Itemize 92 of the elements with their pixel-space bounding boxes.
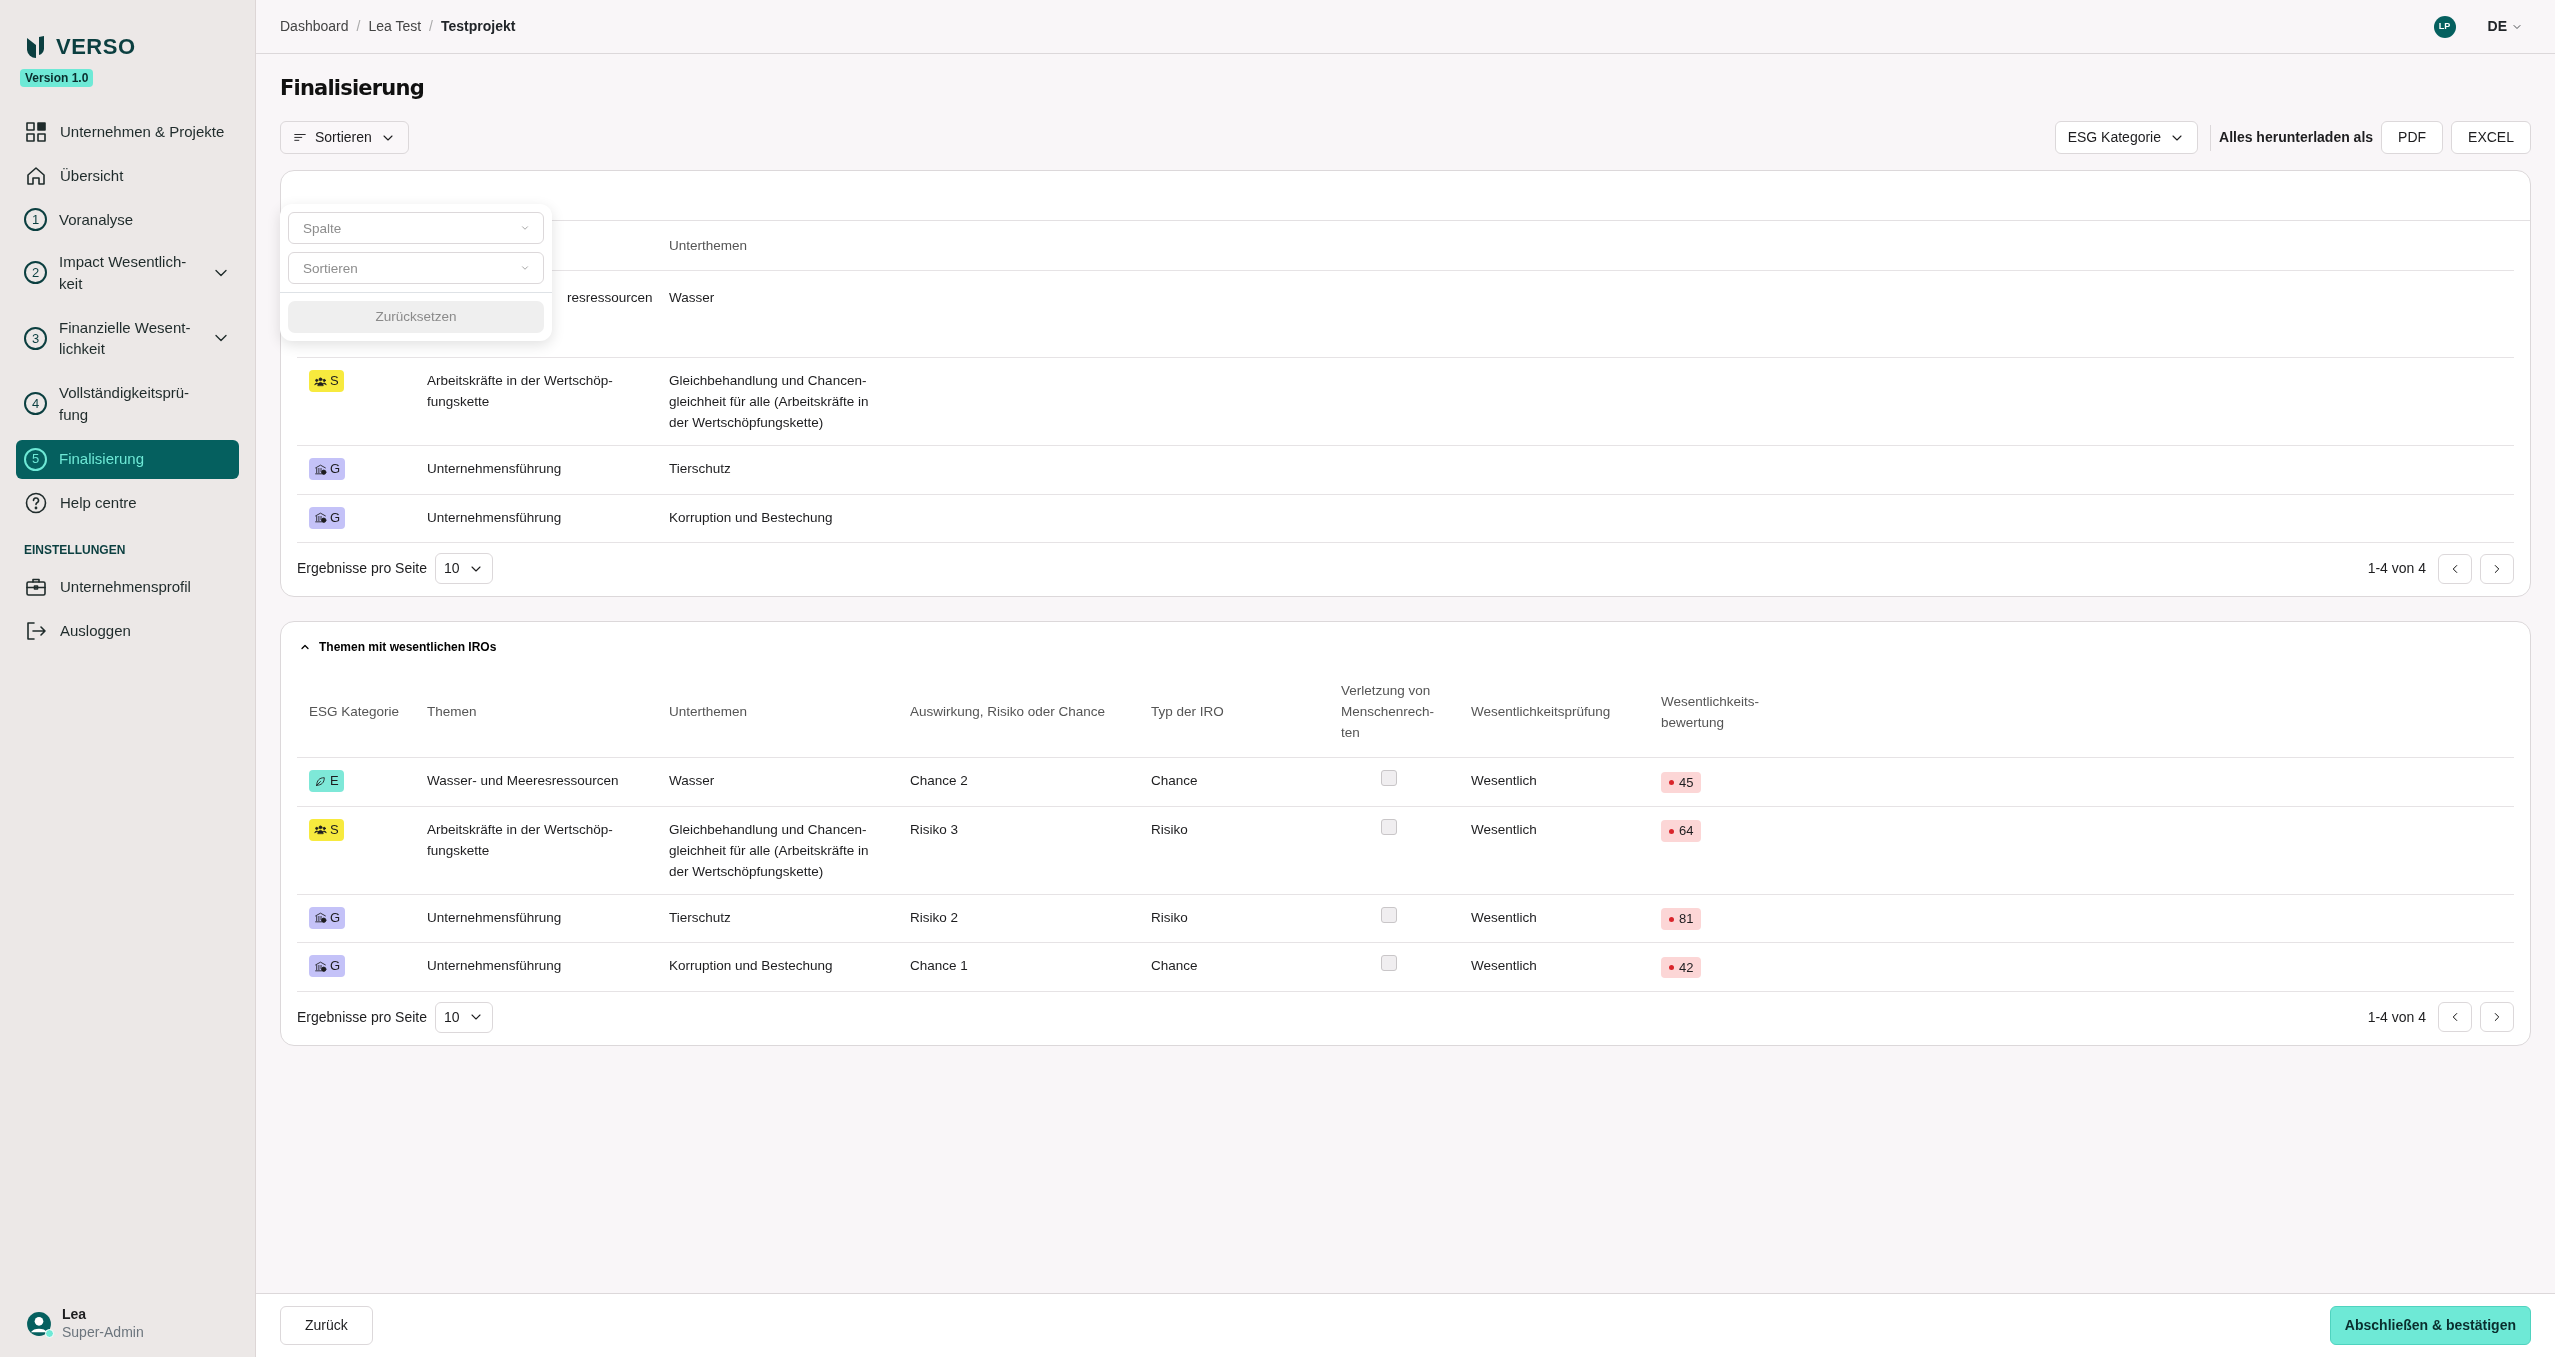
step-number: 1: [24, 208, 47, 231]
column-header: Unterthemen: [669, 238, 748, 254]
download-button[interactable]: EXCEL: [2451, 121, 2531, 155]
step-number: 5: [24, 447, 47, 471]
table-cell: Unternehmensführung: [427, 958, 562, 974]
score-badge: 64: [1661, 820, 1702, 842]
select-field[interactable]: Sortieren: [288, 252, 544, 284]
table-cell: Risiko 3: [910, 821, 958, 837]
table-cell: Wasser: [669, 290, 715, 306]
sidebar-item[interactable]: 3 Finanzielle Wesent- lichkeit: [16, 308, 239, 368]
page-range: 1-4 von 4: [2367, 559, 2426, 579]
category-badge: G: [309, 955, 346, 978]
breadcrumb-link[interactable]: Lea Test: [368, 16, 422, 37]
table-cell: Wesentlich: [1471, 909, 1537, 925]
score-badge: 81: [1661, 908, 1702, 930]
table-cell: Korruption und Bestechung: [669, 958, 833, 974]
category-badge: E: [309, 770, 344, 793]
table-cell: Wesentlich: [1471, 821, 1537, 837]
step-number: 4: [24, 392, 47, 416]
score-badge: 42: [1661, 956, 1702, 979]
sidebar-item[interactable]: Help centre: [16, 482, 239, 523]
per-page-select[interactable]: 10: [434, 1001, 493, 1033]
score-badge: 45: [1661, 771, 1702, 794]
table-cell: resressourcen: [567, 290, 653, 306]
language-select[interactable]: DE: [2479, 12, 2531, 41]
sidebar-item[interactable]: Unternehmensprofil: [16, 566, 239, 607]
step-number: 2: [24, 261, 47, 285]
table-cell: Chance 2: [910, 773, 968, 789]
user-name: Lea: [62, 1306, 88, 1324]
column-header: Auswirkung, Risiko oder Chance: [910, 704, 1106, 720]
user-avatar[interactable]: LP: [2433, 15, 2456, 38]
column-header: Wesentlichkeitsprüfung: [1471, 704, 1611, 720]
column-header: ESG Kategorie: [309, 704, 400, 720]
step-number: 3: [24, 326, 47, 350]
table-cell: Tierschutz: [669, 461, 731, 477]
table-cell: Gleichbehandlung und Chancen- gleichheit für alle (Arbeitskräfte in der Wertschöpfungskette): [669, 821, 869, 879]
table-cell: Risiko 2: [910, 909, 958, 925]
confirm-button[interactable]: Abschließen & bestätigen: [2329, 1306, 2531, 1345]
section-toggle[interactable]: Themen mit wesentlichen IROs: [281, 622, 2530, 673]
column-header: Verletzung von Menschenrech- ten: [1341, 683, 1435, 741]
sidebar-item[interactable]: Übersicht: [16, 156, 239, 196]
breadcrumb-separator: /: [356, 17, 361, 36]
sidebar-item[interactable]: Unternehmen & Projekte: [16, 112, 239, 152]
table-cell: Unternehmensführung: [427, 509, 562, 525]
breadcrumb-link[interactable]: Dashboard: [280, 16, 349, 37]
brand-name: VERSO: [56, 33, 136, 61]
sort-button[interactable]: Sortieren: [280, 121, 409, 155]
table-cell: Wesentlich: [1471, 773, 1537, 789]
category-filter[interactable]: ESG Kategorie: [2054, 121, 2198, 155]
table-cell: Korruption und Bestechung: [669, 509, 833, 525]
table-cell: Chance: [1151, 958, 1198, 974]
table-cell: Wasser: [669, 773, 715, 789]
table-cell: Chance 1: [910, 958, 968, 974]
table-cell: Chance: [1151, 773, 1198, 789]
column-header: Typ der IRO: [1151, 704, 1224, 720]
table-cell: Tierschutz: [669, 909, 731, 925]
back-button[interactable]: Zurück: [280, 1306, 373, 1345]
sidebar-item[interactable]: 5 Finalisierung: [16, 439, 239, 479]
version-badge: Version 1.0: [20, 69, 94, 87]
breadcrumb-current: Testprojekt: [440, 17, 516, 36]
per-page-label: Ergebnisse pro Seite: [297, 559, 427, 579]
column-header: Wesentlichkeits- bewertung: [1661, 693, 1760, 730]
column-header: Unterthemen: [669, 704, 748, 720]
table-cell: Unternehmensführung: [427, 909, 562, 925]
download-label: Alles herunterladen als: [2219, 128, 2374, 148]
page-title: Finalisierung: [280, 76, 425, 102]
table-cell: Unternehmensführung: [427, 461, 562, 477]
per-page-select[interactable]: 10: [434, 553, 493, 585]
sidebar-item[interactable]: 2 Impact Wesentlich- keit: [16, 243, 239, 303]
table-cell: Risiko: [1151, 821, 1188, 837]
category-badge: S: [309, 370, 344, 393]
per-page-label: Ergebnisse pro Seite: [297, 1007, 427, 1027]
select-field[interactable]: Spalte: [288, 212, 544, 244]
column-header: Themen: [427, 704, 477, 720]
table-cell: Wesentlich: [1471, 958, 1537, 974]
page-range: 1-4 von 4: [2367, 1007, 2426, 1027]
table-cell: Arbeitskräfte in der Wertschöp- fungskette: [427, 821, 613, 858]
sidebar-item[interactable]: 1 Voranalyse: [16, 200, 239, 239]
breadcrumb-separator: /: [429, 17, 433, 36]
category-badge: G: [309, 906, 346, 929]
category-badge: S: [309, 818, 344, 841]
category-badge: G: [309, 506, 346, 529]
category-badge: G: [309, 458, 346, 481]
table-cell: Risiko: [1151, 909, 1188, 925]
sidebar-item[interactable]: Ausloggen: [16, 610, 239, 651]
table-cell: Gleichbehandlung und Chancen- gleichheit für alle (Arbeitskräfte in der Wertschöpfungskette): [669, 373, 869, 431]
table-cell: Arbeitskräfte in der Wertschöp- fungskette: [427, 373, 613, 410]
section-heading: EINSTELLUNGEN: [24, 541, 127, 559]
download-button[interactable]: PDF: [2381, 121, 2444, 155]
user-role: Super-Admin: [62, 1323, 144, 1341]
sidebar-item[interactable]: 4 Vollständigkeitsprü- fung: [16, 374, 239, 434]
table-cell: Wasser- und Meeresressourcen: [427, 773, 619, 789]
